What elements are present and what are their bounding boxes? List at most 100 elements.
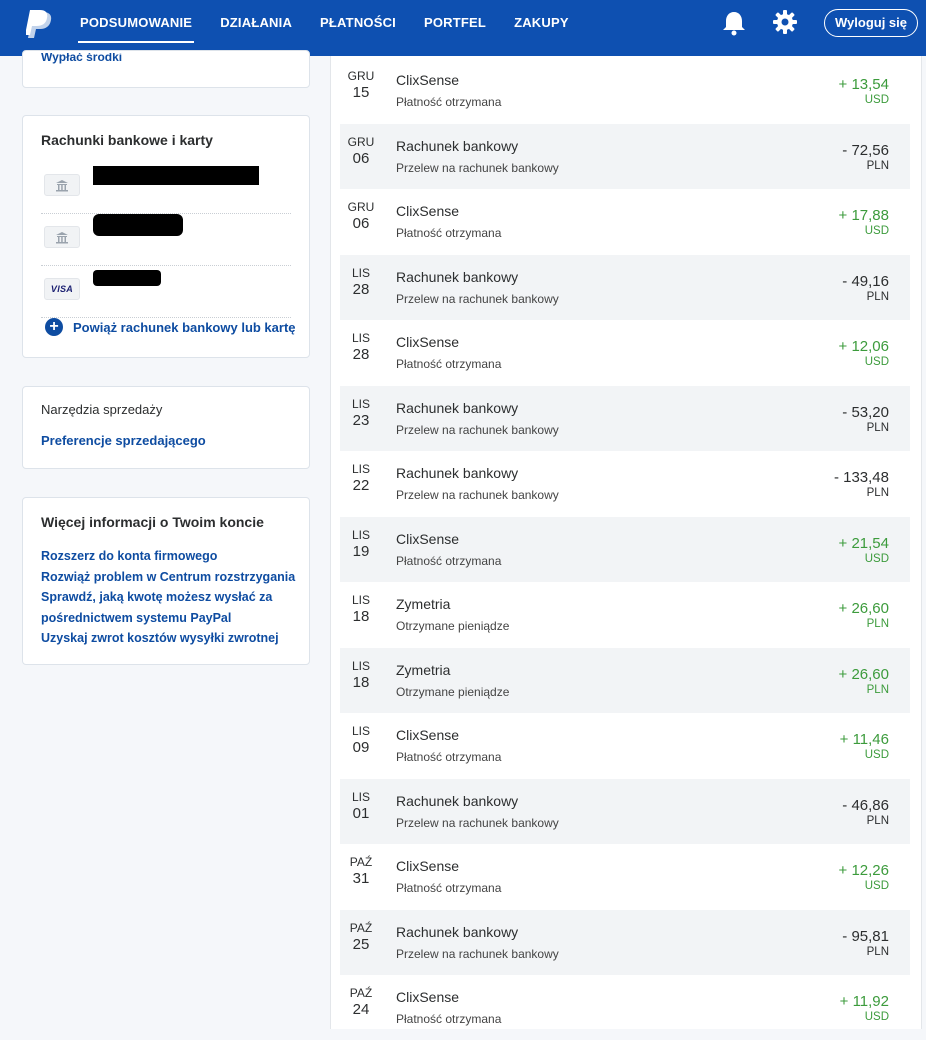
transaction-currency: PLN (866, 421, 889, 434)
transaction-counterparty: Rachunek bankowy (396, 137, 519, 154)
transaction-currency: PLN (866, 814, 889, 827)
transaction-amount: - 49,16 (842, 272, 889, 290)
sending-limit-link[interactable]: Sprawdź, jaką kwotę możesz wysłać za (41, 587, 301, 608)
transaction-counterparty: ClixSense (396, 72, 460, 88)
transaction-month: PAŹ (349, 986, 373, 1000)
sending-limit-link-line2[interactable]: pośrednictwem systemu PayPal (41, 608, 301, 629)
transaction-amount: - 72,56 (842, 141, 889, 159)
transaction-row[interactable]: LIS 19 ClixSense Płatność otrzymana + 21,54 U… (340, 516, 910, 582)
transaction-currency: PLN (866, 487, 889, 499)
transaction-description: Przelew na rachunek bankowy (396, 422, 559, 437)
withdraw-card: Wypłać środki (22, 50, 310, 88)
transaction-row[interactable]: LIS 28 Rachunek bankowy Przelew na rachunek… (340, 254, 910, 320)
transaction-day: 25 (352, 935, 370, 953)
logout-button[interactable]: Wyloguj się (824, 9, 918, 37)
withdraw-link[interactable]: Wypłać środki (41, 53, 122, 65)
transaction-month: LIS (351, 462, 370, 476)
bank-account-row[interactable] (41, 162, 291, 214)
transaction-description: Płatność otrzymana (396, 226, 502, 240)
transaction-day: 28 (352, 280, 370, 298)
bell-icon[interactable] (721, 10, 747, 36)
return-shipping-link[interactable]: Uzyskaj zwrot kosztów wysyłki zwrotnej (41, 628, 301, 649)
transaction-month: PAŹ (349, 855, 373, 869)
transaction-counterparty: Rachunek bankowy (396, 399, 519, 416)
link-bank-or-card-label: Powiąż rachunek bankowy lub kartę (73, 319, 296, 335)
transaction-currency: PLN (866, 159, 889, 172)
transaction-description: Płatność otrzymana (396, 1012, 502, 1026)
transaction-amount: + 21,54 (838, 534, 889, 552)
transaction-currency: USD (864, 552, 889, 565)
bank-account-row[interactable] (41, 214, 291, 266)
transaction-amount: - 53,20 (842, 403, 889, 421)
transaction-counterparty: ClixSense (396, 334, 460, 350)
nav-tab-zakupy[interactable]: ZAKUPY (500, 0, 583, 56)
resolution-center-link[interactable]: Rozwiąż problem w Centrum rozstrzygania (41, 567, 301, 588)
transaction-currency: USD (864, 225, 889, 237)
sales-tools-title: Narzędzia sprzedaży (41, 402, 163, 417)
bank-icon (44, 226, 80, 248)
transaction-description: Przelew na rachunek bankowy (396, 488, 559, 502)
redacted-account-number (93, 166, 259, 185)
transaction-day: 18 (352, 608, 370, 625)
transaction-row[interactable]: LIS 23 Rachunek bankowy Przelew na rachunek… (340, 385, 910, 451)
nav-tab-platnosci[interactable]: PŁATNOŚCI (306, 0, 410, 56)
transaction-description: Przelew na rachunek bankowy (396, 946, 559, 961)
redacted-account-number (93, 214, 183, 236)
transaction-month: LIS (351, 789, 370, 804)
transaction-currency: USD (864, 356, 889, 368)
card-row[interactable]: VISA (41, 266, 291, 318)
more-info-title: Więcej informacji o Twoim koncie (41, 514, 264, 530)
plus-circle-icon: + (45, 318, 63, 336)
transaction-day: 23 (352, 411, 370, 429)
gear-icon[interactable] (772, 9, 798, 35)
transaction-day: 06 (352, 215, 370, 232)
visa-card-icon: VISA (44, 278, 80, 300)
transaction-description: Przelew na rachunek bankowy (396, 291, 559, 306)
transaction-month: GRU (347, 200, 375, 214)
transaction-currency: PLN (866, 945, 889, 958)
transaction-currency: PLN (866, 290, 889, 303)
transaction-day: 18 (352, 673, 370, 691)
seller-preferences-link[interactable]: Preferencje sprzedającego (41, 433, 206, 448)
transaction-description: Płatność otrzymana (396, 357, 502, 371)
transaction-counterparty: Rachunek bankowy (396, 792, 519, 809)
transaction-row[interactable]: PAŹ 24 ClixSense Płatność otrzymana + 11,92 U… (340, 975, 910, 1040)
transaction-day: 31 (352, 870, 370, 887)
nav-tab-portfel[interactable]: PORTFEL (410, 0, 500, 56)
transaction-month: LIS (351, 331, 370, 345)
top-navigation-bar: PODSUMOWANIE DZIAŁANIA PŁATNOŚCI PORTFEL… (0, 0, 926, 56)
upgrade-business-link[interactable]: Rozszerz do konta firmowego (41, 546, 301, 567)
transaction-currency: PLN (866, 683, 889, 696)
transaction-amount: + 26,60 (838, 600, 889, 617)
transaction-row[interactable]: PAŹ 25 Rachunek bankowy Przelew na rachunek… (340, 909, 910, 975)
transaction-amount: + 12,26 (838, 862, 889, 879)
paypal-logo-icon[interactable] (26, 10, 54, 40)
transaction-description: Przelew na rachunek bankowy (396, 160, 559, 175)
transaction-day: 28 (352, 346, 370, 363)
transaction-row[interactable]: LIS 01 Rachunek bankowy Przelew na rachunek… (340, 778, 910, 844)
bank-accounts-title: Rachunki bankowe i karty (41, 132, 213, 148)
transaction-amount: - 133,48 (833, 469, 889, 486)
transaction-month: LIS (351, 265, 370, 280)
transaction-row[interactable]: LIS 18 Zymetria Otrzymane pieniądze + 26,60 P… (340, 582, 910, 647)
transaction-row[interactable]: GRU 06 Rachunek bankowy Przelew na rachunek… (340, 123, 910, 189)
transaction-row[interactable]: GRU 06 ClixSense Płatność otrzymana + 17,88 U… (340, 189, 910, 254)
transaction-description: Płatność otrzymana (396, 750, 502, 764)
main-nav: PODSUMOWANIE DZIAŁANIA PŁATNOŚCI PORTFEL… (66, 0, 583, 56)
nav-tab-podsumowanie[interactable]: PODSUMOWANIE (66, 0, 206, 56)
transaction-month: GRU (347, 134, 375, 149)
transaction-month: LIS (351, 527, 370, 542)
transaction-counterparty: Rachunek bankowy (396, 465, 519, 481)
transaction-counterparty: Zymetria (396, 661, 451, 678)
link-bank-or-card-button[interactable]: + Powiąż rachunek bankowy lub kartę (45, 318, 296, 336)
transaction-row[interactable]: LIS 09 ClixSense Płatność otrzymana + 11,46 U… (340, 713, 910, 778)
transaction-row[interactable]: LIS 18 Zymetria Otrzymane pieniądze + 26,60 P… (340, 647, 910, 713)
transaction-row[interactable]: LIS 28 ClixSense Płatność otrzymana + 12,06 U… (340, 320, 910, 385)
transaction-counterparty: Rachunek bankowy (396, 268, 519, 285)
transaction-row[interactable]: PAŹ 31 ClixSense Płatność otrzymana + 12,26 U… (340, 844, 910, 909)
transaction-row[interactable]: LIS 22 Rachunek bankowy Przelew na rachunek… (340, 451, 910, 516)
bank-accounts-card: Rachunki bankowe i karty VISA + Powiąż r… (22, 115, 310, 358)
transaction-amount: - 46,86 (842, 796, 889, 814)
nav-tab-dzialania[interactable]: DZIAŁANIA (206, 0, 306, 56)
transaction-row[interactable]: GRU 15 ClixSense Płatność otrzymana + 13,54 U… (340, 58, 910, 123)
